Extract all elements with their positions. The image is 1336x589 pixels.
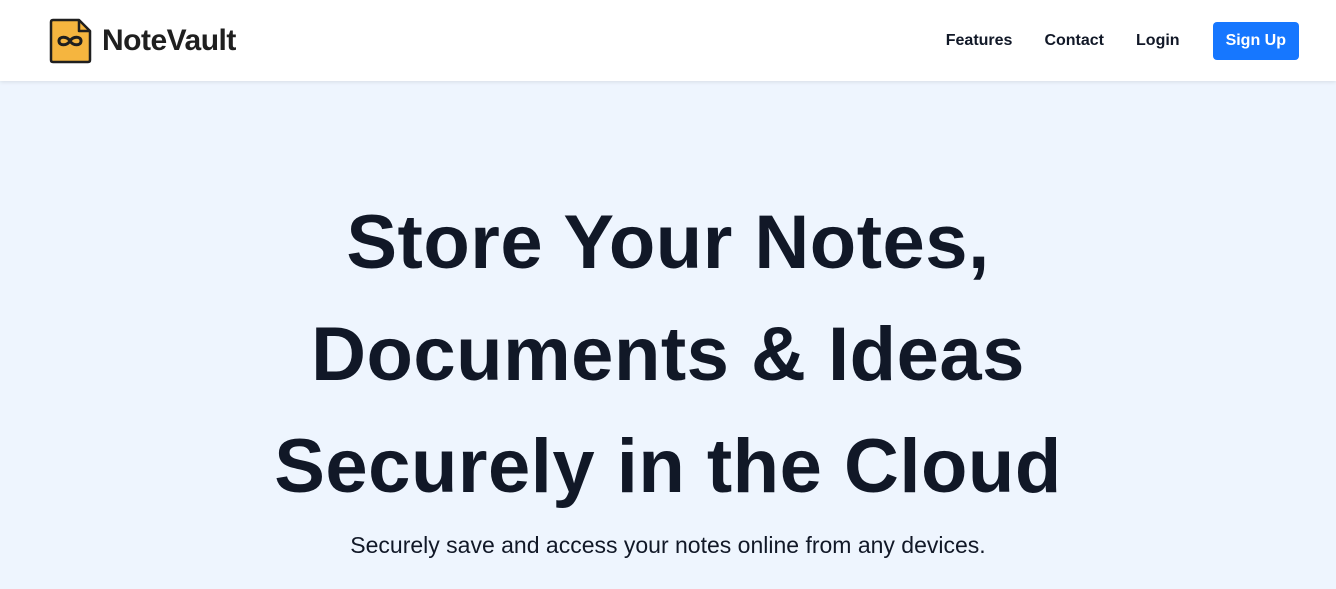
brand-name: NoteVault [102, 23, 236, 57]
navbar: NoteVault Features Contact Login Sign Up [0, 0, 1336, 81]
infinity-note-icon [49, 18, 92, 63]
hero-title: Store Your Notes, Documents & Ideas Secu… [274, 200, 1062, 509]
hero-subtitle: Securely save and access your notes onli… [350, 532, 986, 558]
signup-button[interactable]: Sign Up [1212, 21, 1299, 60]
nav-link-contact[interactable]: Contact [1044, 32, 1104, 50]
nav-link-login[interactable]: Login [1136, 32, 1180, 50]
nav-link-features[interactable]: Features [946, 32, 1013, 50]
brand-logo-link[interactable]: NoteVault [48, 18, 236, 64]
hero-section: Store Your Notes, Documents & Ideas Secu… [0, 81, 1336, 589]
nav-links: Features Contact Login Sign Up [946, 21, 1299, 60]
